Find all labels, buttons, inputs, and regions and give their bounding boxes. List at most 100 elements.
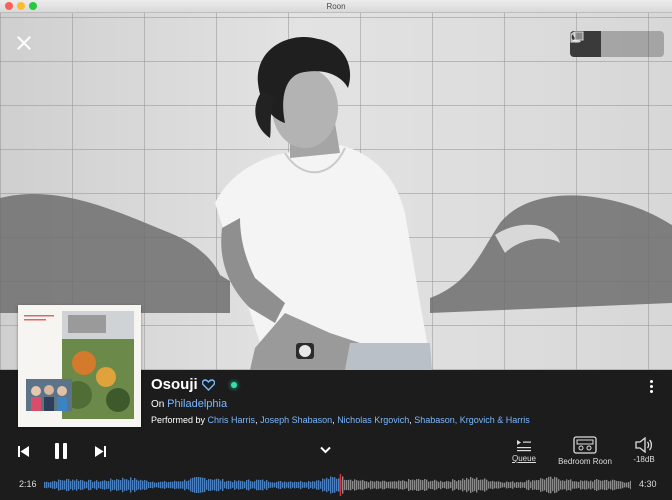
waveform-bar <box>532 480 534 490</box>
waveform-bar <box>120 480 122 490</box>
waveform-bar <box>48 482 50 488</box>
waveform-bar <box>404 480 406 490</box>
waveform-bar <box>344 479 346 491</box>
waveform-bar <box>500 481 502 489</box>
waveform-bar <box>178 481 180 489</box>
waveform-bar <box>372 481 374 489</box>
waveform-bar <box>564 480 566 490</box>
waveform-bar <box>448 481 450 489</box>
waveform-bar <box>362 479 364 491</box>
waveform-bar <box>98 481 100 489</box>
waveform-bar <box>124 479 126 491</box>
chevron-down-icon[interactable] <box>320 446 331 454</box>
waveform-bar <box>86 481 88 489</box>
waveform-bar <box>218 478 220 492</box>
waveform-bar <box>294 481 296 489</box>
waveform-bar <box>170 481 172 489</box>
waveform-seek-bar[interactable] <box>44 474 631 496</box>
waveform-bar <box>460 480 462 490</box>
waveform-bar <box>288 481 290 489</box>
window-titlebar: Roon <box>0 0 672 13</box>
waveform-bar <box>292 482 294 488</box>
waveform-bar <box>354 479 356 491</box>
close-button[interactable] <box>16 35 32 51</box>
waveform-bar <box>278 481 280 489</box>
waveform-bar <box>622 481 624 489</box>
waveform-bar <box>458 479 460 491</box>
disc-view-icon[interactable] <box>570 31 632 57</box>
volume-label: -18dB <box>633 455 655 464</box>
queue-icon <box>517 440 531 452</box>
waveform-bar <box>526 480 528 490</box>
waveform-bar <box>108 481 110 489</box>
waveform-bar <box>146 480 148 490</box>
album-cover[interactable] <box>18 305 141 427</box>
waveform-bar <box>548 476 550 494</box>
waveform-bar <box>266 480 268 490</box>
volume-button[interactable]: -18dB <box>628 436 660 464</box>
next-icon[interactable] <box>95 446 106 457</box>
waveform-bar <box>536 480 538 490</box>
more-icon[interactable] <box>646 380 656 396</box>
zone-picker[interactable]: Bedroom Roon <box>553 435 617 466</box>
artist-link[interactable]: Shabason, Krgovich & Harris <box>414 415 530 425</box>
playhead[interactable] <box>339 474 342 496</box>
waveform-bar <box>454 480 456 490</box>
waveform-bar <box>110 478 112 492</box>
waveform-bar <box>450 481 452 489</box>
waveform-bar <box>406 481 408 489</box>
album-stack-icon[interactable] <box>570 31 664 57</box>
pause-icon[interactable] <box>54 443 68 459</box>
waveform-bar <box>72 479 74 491</box>
waveform-bar <box>466 477 468 493</box>
waveform-bar <box>516 481 518 489</box>
waveform-bar <box>166 482 168 488</box>
waveform-bar <box>284 481 286 489</box>
album-link[interactable]: Philadelphia <box>167 398 227 410</box>
waveform-bar <box>44 482 46 488</box>
waveform-bar <box>402 480 404 490</box>
waveform-bar <box>104 480 106 490</box>
artist-separator: , <box>409 415 412 425</box>
waveform-bar <box>410 479 412 491</box>
waveform-bar <box>88 479 90 491</box>
waveform-bar <box>60 479 62 491</box>
album-prefix: On <box>151 399 165 410</box>
waveform-bar <box>312 481 314 489</box>
waveform-bar <box>546 477 548 493</box>
waveform-bar <box>350 479 352 491</box>
waveform-bar <box>246 479 248 491</box>
waveform-bar <box>488 481 490 489</box>
waveform-bar <box>534 480 536 490</box>
artist-link[interactable]: Chris Harris <box>208 415 256 425</box>
waveform-bar <box>192 477 194 493</box>
waveform-bar <box>508 482 510 488</box>
waveform-bar <box>464 479 466 491</box>
previous-icon[interactable] <box>18 446 29 457</box>
waveform-bar <box>440 480 442 490</box>
waveform-bar <box>560 480 562 490</box>
waveform-bar <box>574 481 576 489</box>
waveform-bar <box>468 479 470 491</box>
heart-icon[interactable] <box>202 379 215 391</box>
signal-path-indicator[interactable] <box>231 382 237 388</box>
waveform-bar <box>504 482 506 488</box>
room-label: Bedroom Roon <box>558 457 612 466</box>
waveform-bar <box>248 479 250 491</box>
waveform-bar <box>102 480 104 490</box>
waveform-bar <box>428 481 430 489</box>
waveform-bar <box>590 480 592 490</box>
elapsed-time: 2:16 <box>19 479 37 489</box>
waveform-bar <box>518 482 520 488</box>
artist-link[interactable]: Joseph Shabason <box>260 415 332 425</box>
waveform-bar <box>378 481 380 489</box>
queue-button[interactable]: Queue <box>508 438 540 463</box>
waveform-bar <box>286 482 288 488</box>
waveform-bar <box>582 480 584 490</box>
waveform-bar <box>66 478 68 492</box>
waveform-bar <box>558 479 560 491</box>
artist-link[interactable]: Nicholas Krgovich <box>337 415 409 425</box>
waveform-bar <box>96 480 98 490</box>
waveform-bar <box>234 480 236 490</box>
waveform-bar <box>194 477 196 493</box>
